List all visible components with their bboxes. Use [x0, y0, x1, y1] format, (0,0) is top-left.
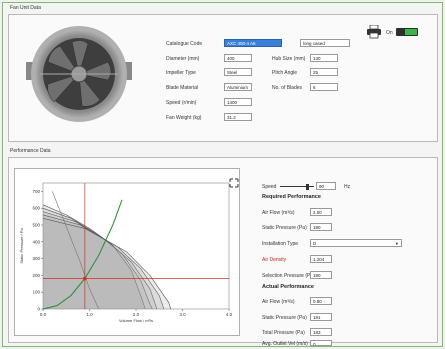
blade-material-input[interactable]: Aluminium — [224, 83, 252, 91]
pitch-angle-input[interactable]: 25 — [310, 68, 338, 76]
installation-type-value: D — [313, 241, 317, 246]
blade-material-label: Blade Material — [166, 85, 198, 91]
chevron-down-icon: ▾ — [395, 241, 398, 246]
outlet-velocity-label: Avg. Outlet Vel (m/s) — [262, 341, 308, 347]
total-pressure-input[interactable]: 183 — [310, 328, 332, 336]
pitch-angle-label: Pitch Angle — [272, 70, 298, 76]
x-tick-label: 4.0 — [226, 312, 233, 317]
act-air-flow-label: Air Flow (m³/s) — [262, 299, 295, 305]
performance-chart: 700 600 500 400 300 200 100 0 0.0 1.0 2.0 3.0 4.0 Vol… — [14, 168, 240, 336]
outlet-velocity-input[interactable]: 0 — [310, 340, 332, 346]
diameter-input[interactable]: 400 — [224, 54, 252, 62]
impeller-type-input[interactable]: Steel — [224, 68, 252, 76]
performance-title: Performance Data — [10, 148, 51, 154]
x-tick-label: 2.0 — [133, 312, 140, 317]
air-density-input[interactable]: 1.204 — [310, 255, 332, 263]
toggle-switch[interactable] — [396, 28, 418, 36]
hub-size-label: Hub Size (mm) — [272, 56, 306, 62]
hub-size-input[interactable]: 130 — [310, 54, 338, 62]
chart-svg: 700 600 500 400 300 200 100 00.0 1.0 2.0 3.0 4.0 Vol… — [19, 182, 233, 323]
no-of-blades-label: No. of Blades — [272, 85, 303, 91]
fan-data-title: Fan Unit Data — [10, 5, 41, 11]
catalogue-code-input[interactable]: AXC 400-4 A6 — [224, 39, 282, 47]
selection-pressure-input[interactable]: 180 — [310, 271, 332, 279]
toggle-label: On — [386, 30, 393, 36]
speed-slider-label: Speed — [262, 184, 277, 190]
y-axis-label: Static Pressure / Pa — [19, 228, 24, 264]
y-tick-label: 700 — [32, 189, 40, 194]
installation-type-label: Installation Type — [262, 241, 299, 247]
catalogue-code-label: Catalogue Code — [166, 41, 203, 47]
x-tick-label: 0.0 — [40, 312, 47, 317]
speed-unit: Hz — [344, 184, 351, 190]
y-tick-label: 300 — [32, 256, 40, 261]
air-flow-label: Air Flow (m³/s) — [262, 210, 295, 216]
printer-icon[interactable] — [366, 24, 382, 39]
y-tick-label: 400 — [32, 239, 40, 244]
speed-slider[interactable] — [280, 184, 314, 190]
installation-type-select[interactable]: D ▾ — [310, 239, 402, 247]
operating-point — [83, 276, 87, 281]
y-tick-label: 600 — [32, 206, 40, 211]
fan-weight-label: Fan Weight (kg) — [166, 115, 202, 121]
speed-slider-value[interactable]: 90 — [316, 182, 336, 190]
selection-pressure-label: Selection Pressure (Pa) — [262, 273, 315, 279]
y-tick-label: 100 — [32, 290, 40, 295]
x-axis-label: Volume Flow / m³/s — [119, 318, 153, 323]
fan-weight-input[interactable]: 31.2 — [224, 113, 252, 121]
catalogue-code-extra[interactable]: long cased — [300, 39, 350, 47]
y-tick-label: 0 — [37, 307, 40, 312]
y-tick-label: 500 — [32, 223, 40, 228]
air-density-label: Air Density — [262, 257, 287, 263]
total-pressure-label: Total Pressure (Pa) — [262, 330, 305, 336]
static-pressure-input[interactable]: 180 — [310, 223, 332, 231]
speed-label: Speed (r/min) — [166, 100, 197, 106]
act-static-pressure-label: Static Pressure (Pa) — [262, 315, 307, 321]
x-tick-label: 1.0 — [86, 312, 93, 317]
no-of-blades-input[interactable]: 6 — [310, 83, 338, 91]
act-static-pressure-input[interactable]: 181 — [310, 313, 332, 321]
speed-input[interactable]: 1400 — [224, 98, 252, 106]
x-tick-label: 3.0 — [179, 312, 186, 317]
required-heading: Required Performance — [262, 194, 321, 200]
fan-image — [20, 22, 138, 126]
act-air-flow-input[interactable]: 0.90 — [310, 297, 332, 305]
diameter-label: Diameter (mm) — [166, 56, 200, 62]
impeller-type-label: Impeller Type — [166, 70, 196, 76]
static-pressure-label: Static Pressure (Pa) — [262, 225, 307, 231]
expand-chart-icon[interactable] — [229, 178, 239, 188]
y-tick-label: 200 — [32, 273, 40, 278]
actual-heading: Actual Performance — [262, 284, 314, 290]
air-flow-input[interactable]: 2.00 — [310, 208, 332, 216]
